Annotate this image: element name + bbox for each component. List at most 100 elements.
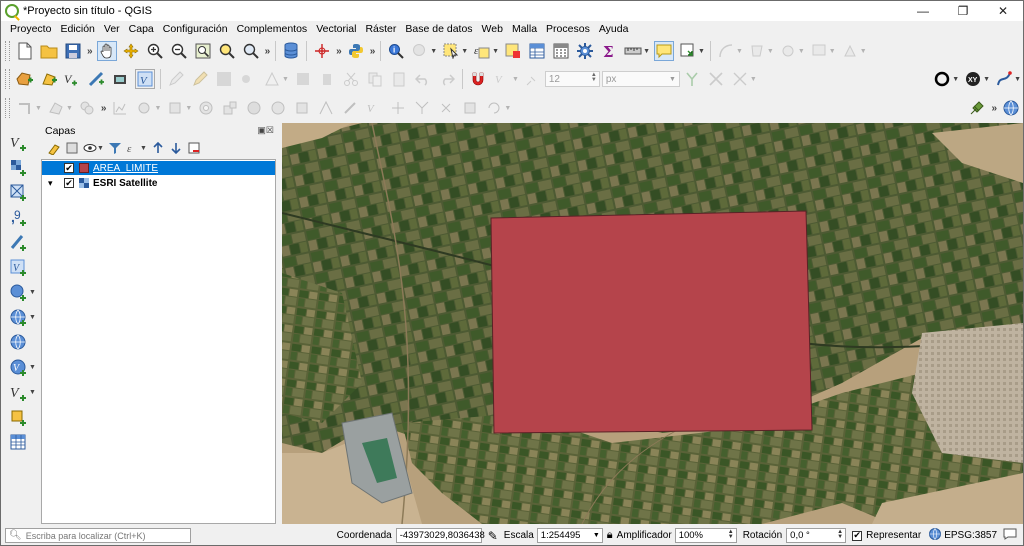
- add-group-icon[interactable]: [65, 141, 79, 155]
- coordinate-field[interactable]: -43973029,8036438: [395, 528, 485, 543]
- fork-tool-icon[interactable]: [682, 69, 702, 89]
- save-project-icon[interactable]: [63, 41, 83, 61]
- label-tool-icon[interactable]: V: [492, 69, 512, 89]
- add-virtual-layer-icon[interactable]: V: [9, 258, 29, 278]
- attribute-table-icon[interactable]: [527, 41, 547, 61]
- map-tips-toggle-icon[interactable]: [654, 41, 674, 61]
- menu-edicion[interactable]: Edición: [60, 23, 94, 35]
- scale-field[interactable]: 1:254495 ▼: [536, 528, 603, 543]
- modify-attributes-icon[interactable]: [293, 69, 313, 89]
- map-canvas[interactable]: [282, 123, 1023, 524]
- chevron-down-icon[interactable]: ▼: [593, 532, 600, 539]
- menu-procesos[interactable]: Procesos: [546, 23, 590, 35]
- fill-ring-icon[interactable]: [244, 98, 264, 118]
- measure-line-icon[interactable]: [623, 41, 643, 61]
- rotate-feature-icon[interactable]: [134, 98, 154, 118]
- edit-pencil-icon[interactable]: [190, 69, 210, 89]
- annotation-line-icon[interactable]: [716, 41, 736, 61]
- dropdown-arrow-icon[interactable]: ▼: [35, 105, 42, 112]
- minimize-button[interactable]: —: [903, 1, 943, 21]
- annotation-polygon-icon[interactable]: [747, 41, 767, 61]
- add-vector-icon[interactable]: V: [9, 133, 29, 153]
- magnifier-field[interactable]: 100% ▲ ▼: [674, 528, 737, 543]
- save-edits-icon[interactable]: [214, 69, 234, 89]
- dropdown-arrow-icon[interactable]: ▼: [952, 76, 959, 83]
- dropdown-arrow-icon[interactable]: ▼: [698, 48, 705, 55]
- annotation-marker-icon[interactable]: [778, 41, 798, 61]
- menu-malla[interactable]: Malla: [512, 23, 537, 35]
- zoom-out-icon[interactable]: [169, 41, 189, 61]
- menu-ver[interactable]: Ver: [104, 23, 120, 35]
- select-features-icon[interactable]: [441, 41, 461, 61]
- manage-visibility-icon[interactable]: [83, 141, 97, 155]
- new-shapefile-layer-icon[interactable]: V: [9, 383, 29, 403]
- font-unit-select[interactable]: px ▼: [601, 71, 680, 87]
- dropdown-arrow-icon[interactable]: ▼: [798, 48, 805, 55]
- undo-icon[interactable]: [413, 69, 433, 89]
- add-part-icon[interactable]: [220, 98, 240, 118]
- collapse-all-icon[interactable]: [169, 141, 183, 155]
- render-checkbox[interactable]: ✔: [852, 530, 863, 541]
- identify-features-icon[interactable]: i: [386, 41, 406, 61]
- dropdown-arrow-icon[interactable]: ▼: [154, 105, 161, 112]
- toolbar-grip[interactable]: [5, 98, 10, 118]
- add-raster-icon[interactable]: [9, 158, 29, 178]
- annotation-text-icon[interactable]: [809, 41, 829, 61]
- filter-expression-icon[interactable]: ε: [126, 141, 140, 155]
- dropdown-arrow-icon[interactable]: ▼: [29, 364, 36, 371]
- menu-raster[interactable]: Ráster: [365, 23, 396, 35]
- menu-web[interactable]: Web: [482, 23, 503, 35]
- add-wfs-layer-icon[interactable]: V: [9, 358, 29, 378]
- layer-visibility-checkbox[interactable]: ✔: [64, 163, 74, 173]
- new-virtual-layer-icon[interactable]: V: [135, 69, 155, 89]
- crs-label[interactable]: EPSG:3857: [944, 530, 997, 541]
- reverse-line-icon[interactable]: [484, 98, 504, 118]
- deselect-features-icon[interactable]: [503, 41, 523, 61]
- reshape-tool-icon[interactable]: [316, 98, 336, 118]
- toggle-editing-icon[interactable]: [166, 69, 186, 89]
- panel-float-close-icons[interactable]: ▣☒: [257, 125, 274, 136]
- redo-icon[interactable]: [437, 69, 457, 89]
- digitize-crosshair-icon[interactable]: [312, 41, 332, 61]
- vertex-tool-icon[interactable]: [262, 69, 282, 89]
- dropdown-arrow-icon[interactable]: ▼: [860, 48, 867, 55]
- new-shapefile-icon[interactable]: V: [63, 69, 83, 89]
- open-project-icon[interactable]: [39, 41, 59, 61]
- menu-capa[interactable]: Capa: [129, 23, 154, 35]
- spinner-arrows-icon[interactable]: ▲ ▼: [590, 72, 598, 84]
- python-console-icon[interactable]: [346, 41, 366, 61]
- dropdown-arrow-icon[interactable]: ▼: [736, 48, 743, 55]
- add-table-icon[interactable]: [9, 433, 29, 453]
- field-calculator-icon[interactable]: [551, 41, 571, 61]
- add-delimited-text-icon[interactable]: [39, 69, 59, 89]
- new-project-icon[interactable]: [15, 41, 35, 61]
- new-temporary-layer-icon[interactable]: [87, 69, 107, 89]
- split-features-icon[interactable]: V: [364, 98, 384, 118]
- add-wcs-layer-icon[interactable]: [9, 333, 29, 353]
- dropdown-arrow-icon[interactable]: ▼: [492, 48, 499, 55]
- toolbar-grip[interactable]: [5, 41, 10, 61]
- toolbar-grip[interactable]: [5, 69, 10, 89]
- paste-features-icon[interactable]: [389, 69, 409, 89]
- add-mesh-icon[interactable]: [9, 183, 29, 203]
- area-limite-polygon[interactable]: [490, 210, 813, 434]
- web-globe-icon[interactable]: [1001, 98, 1021, 118]
- zoom-to-selection-icon[interactable]: [217, 41, 237, 61]
- pan-to-selection-icon[interactable]: [121, 41, 141, 61]
- messages-icon[interactable]: [1003, 528, 1017, 543]
- split-tool-icon[interactable]: [730, 69, 750, 89]
- xy-tools-icon[interactable]: XY: [963, 69, 983, 89]
- label-pin-icon[interactable]: [523, 69, 543, 89]
- map-tips-icon[interactable]: [410, 41, 430, 61]
- annotation-misc-icon[interactable]: [840, 41, 860, 61]
- dropdown-arrow-icon[interactable]: ▼: [750, 76, 757, 83]
- dropdown-arrow-icon[interactable]: ▼: [1014, 76, 1021, 83]
- toggle-extents-icon[interactable]: ✎: [488, 529, 498, 543]
- menu-base-de-datos[interactable]: Base de datos: [405, 23, 472, 35]
- add-delimited-text-layer-icon[interactable]: ,9: [9, 208, 29, 228]
- menu-proyecto[interactable]: Proyecto: [10, 23, 51, 35]
- delete-selected-icon[interactable]: [317, 69, 337, 89]
- cross-tool-icon[interactable]: [706, 69, 726, 89]
- more-tools-chevron[interactable]: »: [370, 46, 376, 57]
- offset-tool-icon[interactable]: [340, 98, 360, 118]
